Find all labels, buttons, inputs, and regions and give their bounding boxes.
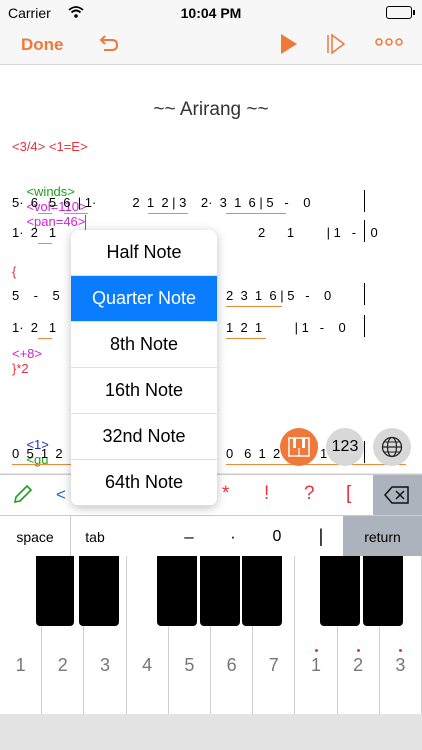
- tab-key-label: tab: [85, 529, 105, 545]
- key-barline[interactable]: |: [300, 526, 342, 547]
- white-key-label: 7: [268, 655, 279, 675]
- white-key-label: 4: [142, 655, 153, 675]
- eighth-underline: [226, 213, 286, 214]
- black-key[interactable]: [79, 556, 119, 626]
- eighth-underline: [12, 464, 72, 465]
- black-key[interactable]: [157, 556, 197, 626]
- barline: [364, 220, 365, 242]
- octave-dot: [357, 649, 361, 652]
- pencil-icon[interactable]: [12, 483, 34, 505]
- battery-icon: [386, 6, 415, 19]
- toolbar: Done: [0, 26, 422, 65]
- octave-tag: <+8>: [12, 346, 43, 361]
- bottom-strip: [0, 714, 422, 750]
- piano-icon: [288, 437, 310, 457]
- black-key[interactable]: [320, 556, 360, 626]
- score-row-4a: 1· 2 1: [12, 320, 57, 335]
- barline: [364, 315, 365, 337]
- score-row-3b: 2 3 1 6 | 5 - 0: [226, 288, 332, 303]
- score-row-5: 0 5 1 2: [12, 446, 63, 461]
- space-key[interactable]: space: [0, 516, 71, 557]
- eighth-underline: [226, 306, 282, 307]
- text-cursor: [85, 215, 87, 231]
- delete-key[interactable]: [373, 475, 422, 515]
- white-key-label: 6: [226, 655, 237, 675]
- duration-option[interactable]: 8th Note: [71, 322, 217, 368]
- duration-option[interactable]: Half Note: [71, 230, 217, 276]
- key-exclamation[interactable]: !: [264, 483, 269, 505]
- octave-dot: [399, 649, 403, 652]
- score-row-2b: 2 1 | 1 - 0: [258, 225, 378, 240]
- key-dash[interactable]: –: [168, 527, 210, 547]
- piano-toggle-button[interactable]: [280, 428, 318, 466]
- key-dot[interactable]: ·: [212, 527, 254, 547]
- key-zero[interactable]: 0: [256, 528, 298, 546]
- key-less-than[interactable]: <: [56, 485, 66, 505]
- piano-keyboard: 1234567123: [0, 556, 422, 714]
- play-icon[interactable]: [279, 33, 299, 55]
- key-question[interactable]: ?: [304, 483, 315, 505]
- eighth-underline: [148, 213, 188, 214]
- key-bracket[interactable]: [: [346, 483, 351, 505]
- popup-anchor: [120, 516, 168, 557]
- repeat-open-brace: {: [12, 264, 17, 279]
- score-title: ~~ Arirang ~~: [153, 99, 269, 120]
- octave-dot: [314, 649, 318, 652]
- return-key-label: return: [364, 529, 401, 545]
- eighth-underline: [226, 464, 406, 465]
- undo-icon[interactable]: [97, 34, 119, 54]
- eighth-underline: [38, 243, 52, 244]
- tab-key[interactable]: tab: [70, 516, 120, 557]
- numpad-toggle-button[interactable]: 123: [326, 428, 364, 466]
- more-icon[interactable]: [375, 38, 403, 46]
- white-key-label: 3: [99, 655, 110, 675]
- barline: [364, 190, 365, 212]
- duration-option[interactable]: 16th Note: [71, 368, 217, 414]
- keyboard-row-controls: space tab – · 0 | return: [0, 515, 422, 557]
- return-key[interactable]: return: [343, 516, 422, 557]
- black-key[interactable]: [242, 556, 282, 626]
- score-row-2: 1· 2 1: [12, 225, 57, 240]
- note-duration-popup: Half Note Quarter Note 8th Note 16th Note 32…: [71, 230, 217, 506]
- status-bar: Carrier 10:04 PM: [0, 0, 422, 26]
- white-key-label: 2: [338, 649, 379, 676]
- white-key-label: 3: [380, 649, 421, 676]
- score-row-3a: 5 - 5: [12, 288, 60, 303]
- duration-option[interactable]: 64th Note: [71, 460, 217, 506]
- clock: 10:04 PM: [180, 5, 242, 21]
- time-key-line: <3/4> <1=E>: [12, 139, 88, 154]
- eighth-underline: [226, 338, 266, 339]
- black-key[interactable]: [36, 556, 74, 626]
- key-star[interactable]: *: [222, 483, 229, 505]
- duration-option[interactable]: Quarter Note: [71, 276, 217, 322]
- language-button[interactable]: [373, 428, 411, 466]
- white-key-label: 1: [295, 649, 336, 676]
- globe-icon: [381, 436, 403, 458]
- score-row-1: 5· 6 5 6 | 1· 2 1 2 | 3 2· 3 1 6 | 5 - 0: [12, 195, 311, 210]
- score-row-4b: 1 2 1 | 1 - 0: [226, 320, 346, 335]
- white-key-label: 2: [57, 655, 68, 675]
- done-button[interactable]: Done: [21, 35, 64, 55]
- barline: [364, 283, 365, 305]
- numpad-label: 123: [331, 438, 359, 455]
- eighth-underline: [38, 338, 52, 339]
- space-key-label: space: [16, 529, 54, 545]
- black-key[interactable]: [200, 556, 240, 626]
- duration-option[interactable]: 32nd Note: [71, 414, 217, 460]
- black-key[interactable]: [363, 556, 403, 626]
- white-key-label: 5: [184, 655, 195, 675]
- eighth-underline: [64, 213, 88, 214]
- barline: [364, 441, 365, 463]
- delete-icon: [384, 486, 409, 504]
- white-key-label: 1: [15, 655, 26, 675]
- eighth-underline: [38, 213, 52, 214]
- step-play-icon[interactable]: [325, 33, 347, 55]
- repeat-close: }*2: [12, 361, 29, 376]
